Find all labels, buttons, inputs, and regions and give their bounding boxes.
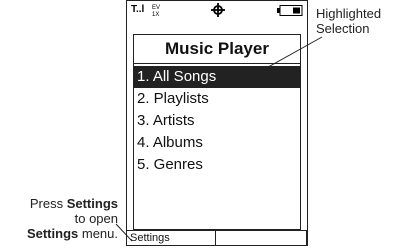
settings-callout-line3: Settings menu. — [26, 226, 118, 241]
highlight-callout-line2: Selection — [316, 21, 370, 36]
highlight-leader-line — [251, 36, 323, 77]
settings-callout-line1: Press Settings — [29, 196, 118, 211]
settings-leader-line — [115, 223, 133, 242]
highlight-callout: Highlighted Selection — [316, 6, 381, 36]
highlight-callout-line1: Highlighted — [316, 6, 382, 21]
diagram-stage: T..l EV 1X Music Player 1. All Songs 2. … — [0, 0, 406, 248]
settings-callout-line2: to open — [74, 211, 118, 226]
settings-callout: Press Settings to open Settings menu. — [0, 196, 118, 241]
